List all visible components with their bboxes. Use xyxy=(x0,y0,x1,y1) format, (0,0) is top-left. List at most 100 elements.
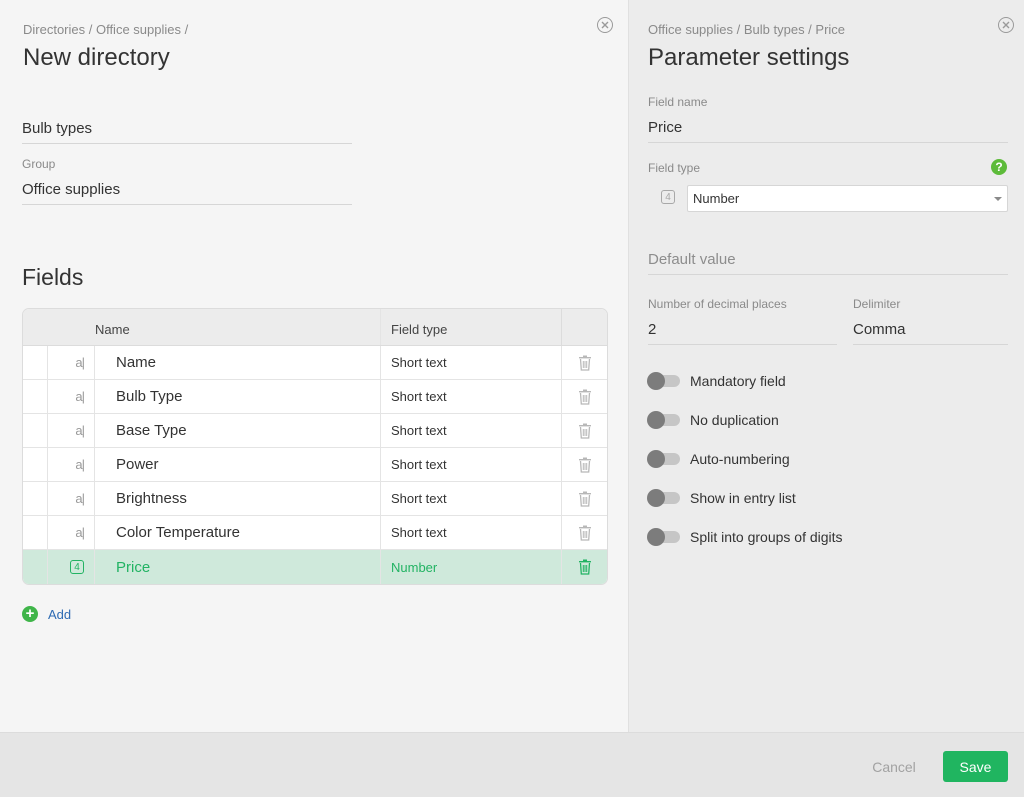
drag-handle[interactable] xyxy=(23,550,48,584)
table-row[interactable]: a| Bulb Type Short text xyxy=(23,380,607,414)
row-name-cell[interactable]: Base Type xyxy=(95,414,381,447)
row-type-cell[interactable]: Short text xyxy=(381,516,562,549)
add-label[interactable]: Add xyxy=(48,607,71,622)
directory-name-input[interactable]: Bulb types xyxy=(22,119,352,144)
row-name: Base Type xyxy=(116,422,187,439)
header-name: Name xyxy=(95,309,381,345)
trash-icon[interactable] xyxy=(578,457,592,473)
toggle-knob xyxy=(647,372,665,390)
row-name-cell[interactable]: Name xyxy=(95,346,381,379)
cancel-button[interactable]: Cancel xyxy=(863,751,925,782)
row-icon-cell: 4 xyxy=(23,550,95,584)
row-name-cell[interactable]: Brightness xyxy=(95,482,381,515)
toggle-row[interactable]: Mandatory field xyxy=(647,372,786,390)
toggle-row[interactable]: Split into groups of digits xyxy=(647,528,843,546)
number-field-icon: 4 xyxy=(70,560,84,574)
row-type-cell[interactable]: Short text xyxy=(381,414,562,447)
delete-cell[interactable] xyxy=(562,482,607,515)
field-name-label: Field name xyxy=(648,95,708,109)
row-type-cell[interactable]: Number xyxy=(381,550,562,584)
trash-icon[interactable] xyxy=(578,491,592,507)
row-type-cell[interactable]: Short text xyxy=(381,482,562,515)
row-icon-cell: a| xyxy=(23,516,95,549)
trash-icon[interactable] xyxy=(578,559,592,575)
row-type-cell[interactable]: Short text xyxy=(381,448,562,481)
toggle-label: Auto-numbering xyxy=(690,451,790,467)
row-field-type: Short text xyxy=(391,457,447,472)
toggle-switch[interactable] xyxy=(647,372,680,390)
close-icon[interactable] xyxy=(597,17,613,33)
fields-table: Name Field type a| Name Short text a| Bulb T… xyxy=(22,308,608,585)
row-icon-cell: a| xyxy=(23,414,95,447)
toggle-knob xyxy=(647,450,665,468)
delete-cell[interactable] xyxy=(562,346,607,379)
group-input[interactable]: Office supplies xyxy=(22,180,352,205)
toggle-switch[interactable] xyxy=(647,450,680,468)
save-button[interactable]: Save xyxy=(943,751,1008,782)
parameter-settings-panel xyxy=(628,0,1024,732)
row-name: Price xyxy=(116,558,151,576)
row-name-cell[interactable]: Bulb Type xyxy=(95,380,381,413)
row-name: Color Temperature xyxy=(116,524,240,541)
drag-handle[interactable] xyxy=(23,482,48,515)
toggle-switch[interactable] xyxy=(647,489,680,507)
row-name: Bulb Type xyxy=(116,388,183,405)
help-icon[interactable]: ? xyxy=(991,159,1007,175)
field-type-select[interactable]: Number xyxy=(687,185,1008,212)
trash-icon[interactable] xyxy=(578,355,592,371)
table-row[interactable]: a| Base Type Short text xyxy=(23,414,607,448)
settings-close-icon[interactable] xyxy=(998,17,1014,33)
trash-icon[interactable] xyxy=(578,525,592,541)
row-name-cell[interactable]: Power xyxy=(95,448,381,481)
delete-cell[interactable] xyxy=(562,448,607,481)
row-field-type: Short text xyxy=(391,389,447,404)
row-name-cell[interactable]: Color Temperature xyxy=(95,516,381,549)
table-row[interactable]: a| Name Short text xyxy=(23,346,607,380)
toggle-switch[interactable] xyxy=(647,411,680,429)
drag-handle[interactable] xyxy=(23,516,48,549)
field-name-input[interactable]: Price xyxy=(648,118,1008,143)
row-icon-cell: a| xyxy=(23,380,95,413)
trash-icon[interactable] xyxy=(578,389,592,405)
add-icon[interactable]: + xyxy=(22,606,38,622)
trash-icon[interactable] xyxy=(578,423,592,439)
table-row[interactable]: a| Brightness Short text xyxy=(23,482,607,516)
toggle-row[interactable]: No duplication xyxy=(647,411,779,429)
toggle-row[interactable]: Show in entry list xyxy=(647,489,796,507)
row-type-cell[interactable]: Short text xyxy=(381,380,562,413)
breadcrumb[interactable]: Directories / Office supplies / xyxy=(23,22,188,37)
text-field-icon: a| xyxy=(75,423,85,438)
toggle-label: Mandatory field xyxy=(690,373,786,389)
drag-handle[interactable] xyxy=(23,380,48,413)
delete-cell[interactable] xyxy=(562,516,607,549)
add-field-button[interactable]: + Add xyxy=(22,606,71,622)
drag-handle[interactable] xyxy=(23,414,48,447)
row-name: Power xyxy=(116,456,159,473)
delete-cell[interactable] xyxy=(562,414,607,447)
decimal-places-input[interactable]: 2 xyxy=(648,320,837,345)
row-icon-cell: a| xyxy=(23,482,95,515)
delete-cell[interactable] xyxy=(562,550,607,584)
table-row[interactable]: 4 Price Number xyxy=(23,550,607,584)
page-title: New directory xyxy=(23,44,170,71)
delimiter-select[interactable]: Comma xyxy=(853,320,1008,345)
delimiter-label: Delimiter xyxy=(853,297,901,311)
new-directory-panel: Directories / Office supplies / New dire… xyxy=(0,0,628,732)
delete-cell[interactable] xyxy=(562,380,607,413)
table-row[interactable]: a| Power Short text xyxy=(23,448,607,482)
toggle-switch[interactable] xyxy=(647,528,680,546)
row-name-cell[interactable]: Price xyxy=(95,550,381,584)
header-field-type-label: Field type xyxy=(391,321,448,337)
default-value-input[interactable]: Default value xyxy=(648,250,1008,275)
settings-breadcrumb[interactable]: Office supplies / Bulb types / Price xyxy=(648,22,845,37)
text-field-icon: a| xyxy=(75,457,85,472)
toggle-row[interactable]: Auto-numbering xyxy=(647,450,790,468)
drag-handle[interactable] xyxy=(23,448,48,481)
drag-handle[interactable] xyxy=(23,346,48,379)
table-row[interactable]: a| Color Temperature Short text xyxy=(23,516,607,550)
row-icon-cell: a| xyxy=(23,346,95,379)
row-type-cell[interactable]: Short text xyxy=(381,346,562,379)
text-field-icon: a| xyxy=(75,491,85,506)
toggle-knob xyxy=(647,489,665,507)
text-field-icon: a| xyxy=(75,525,85,540)
